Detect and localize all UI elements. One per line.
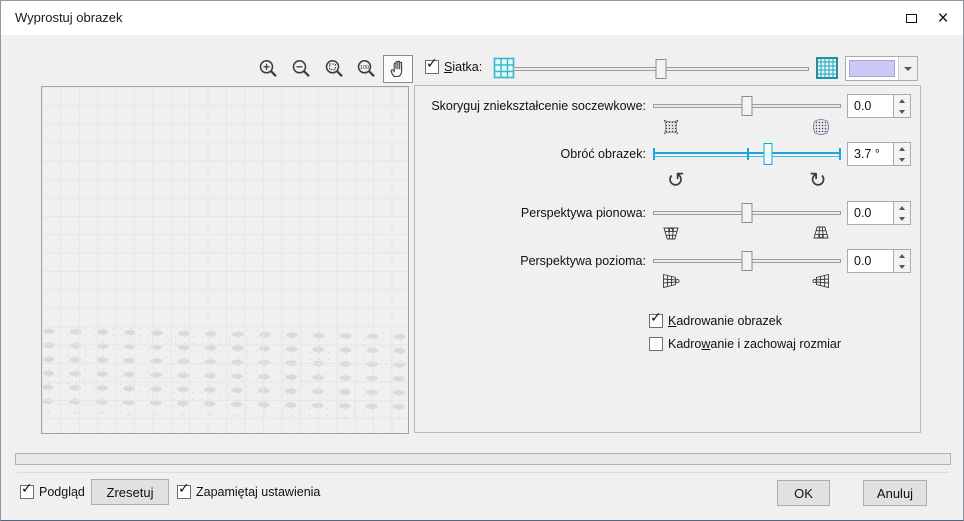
- straighten-image-dialog: Wyprostuj obrazek ×: [0, 0, 964, 521]
- zoom-out-icon: [290, 58, 312, 80]
- grid-size-slider[interactable]: [513, 57, 809, 81]
- rotate-slider[interactable]: [653, 142, 841, 166]
- pan-button[interactable]: [383, 55, 413, 83]
- rotate-ccw-icon: ↺: [667, 170, 685, 191]
- remember-settings-checkbox[interactable]: ✓: [177, 485, 191, 499]
- lens-distortion-value[interactable]: 0.0: [847, 94, 894, 118]
- grid-color-dropdown-button[interactable]: [898, 57, 917, 80]
- lens-distortion-slider-thumb[interactable]: [742, 96, 753, 116]
- rotate-spin-up[interactable]: [894, 143, 910, 154]
- close-icon: ×: [937, 9, 948, 28]
- chevron-down-icon: [904, 67, 912, 71]
- barrel-distortion-icon: [812, 118, 830, 136]
- crop-keep-size-checkbox[interactable]: [649, 337, 663, 351]
- vertical-perspective-slider-thumb[interactable]: [742, 203, 753, 223]
- pincushion-distortion-icon: [662, 118, 680, 136]
- zoom-in-button[interactable]: [253, 55, 283, 83]
- image-preview-panel[interactable]: [41, 86, 409, 434]
- grid-coarse-icon: [493, 57, 515, 79]
- remember-settings-label: Zapamiętaj ustawienia: [196, 485, 320, 499]
- zoom-out-button[interactable]: [286, 55, 316, 83]
- rotate-slider-thumb[interactable]: [763, 143, 772, 165]
- crop-image-label: Kadrowanie obrazek: [668, 314, 782, 328]
- grid-size-slider-thumb[interactable]: [656, 59, 667, 79]
- status-strip: [15, 453, 951, 465]
- check-icon: ✓: [650, 311, 662, 325]
- lens-distortion-slider[interactable]: [653, 94, 841, 118]
- perspective-top-narrow-icon: [811, 224, 831, 242]
- check-icon: ✓: [178, 482, 190, 496]
- reset-button[interactable]: Zresetuj: [91, 479, 169, 505]
- lens-distortion-spin-down[interactable]: [894, 106, 910, 117]
- vertical-perspective-label: Perspektywa pionowa:: [406, 206, 646, 220]
- horizontal-perspective-slider-thumb[interactable]: [742, 251, 753, 271]
- svg-text:100: 100: [360, 65, 369, 71]
- perspective-left-wide-icon: [661, 272, 681, 290]
- grid-color-picker[interactable]: [845, 56, 918, 81]
- horizontal-perspective-spinbox[interactable]: 0.0: [847, 249, 911, 273]
- dialog-title: Wyprostuj obrazek: [15, 10, 123, 25]
- perspective-right-wide-icon: [811, 272, 831, 290]
- rotate-cw-icon: ↻: [809, 170, 827, 191]
- zoom-fit-button[interactable]: [319, 55, 349, 83]
- rotate-image-label: Obróć obrazek:: [406, 147, 646, 161]
- grid-fine-icon: [816, 57, 838, 79]
- titlebar[interactable]: Wyprostuj obrazek ×: [1, 1, 963, 35]
- perspective-top-wide-icon: [661, 224, 681, 242]
- lens-distortion-label: Skoryguj zniekształcenie soczewkowe:: [406, 99, 646, 113]
- ok-button[interactable]: OK: [777, 480, 830, 506]
- cancel-button[interactable]: Anuluj: [863, 480, 927, 506]
- grid-checkbox[interactable]: ✓: [425, 60, 439, 74]
- rotate-value[interactable]: 3.7 °: [847, 142, 894, 166]
- preview-label: Podgląd: [39, 485, 85, 499]
- rotate-spinbox[interactable]: 3.7 °: [847, 142, 911, 166]
- close-button[interactable]: ×: [931, 7, 955, 29]
- pan-hand-icon: [387, 58, 409, 80]
- horizontal-perspective-label: Perspektywa pozioma:: [406, 254, 646, 268]
- grid-overlay: [42, 87, 408, 433]
- vertical-perspective-value[interactable]: 0.0: [847, 201, 894, 225]
- horizontal-perspective-slider[interactable]: [653, 249, 841, 273]
- crop-image-checkbox[interactable]: ✓: [649, 314, 663, 328]
- grid-label: Siatka:: [444, 60, 482, 74]
- zoom-to-fit-icon: [323, 58, 345, 80]
- footer-separator: [17, 472, 949, 473]
- zoom-100-icon: 100: [355, 58, 377, 80]
- zoom-100-button[interactable]: 100: [351, 55, 381, 83]
- vertical-perspective-spin-down[interactable]: [894, 213, 910, 224]
- horizontal-perspective-spin-up[interactable]: [894, 250, 910, 261]
- vertical-perspective-slider[interactable]: [653, 201, 841, 225]
- rotate-slider-center-tick: [747, 148, 749, 160]
- restore-button[interactable]: [899, 7, 923, 29]
- lens-distortion-spinbox[interactable]: 0.0: [847, 94, 911, 118]
- horizontal-perspective-value[interactable]: 0.0: [847, 249, 894, 273]
- restore-icon: [906, 14, 917, 23]
- vertical-perspective-spinbox[interactable]: 0.0: [847, 201, 911, 225]
- grid-color-swatch: [849, 60, 895, 77]
- horizontal-perspective-spin-down[interactable]: [894, 261, 910, 272]
- check-icon: ✓: [426, 57, 438, 71]
- zoom-in-icon: [257, 58, 279, 80]
- rotate-spin-down[interactable]: [894, 154, 910, 165]
- vertical-perspective-spin-up[interactable]: [894, 202, 910, 213]
- lens-distortion-spin-up[interactable]: [894, 95, 910, 106]
- preview-checkbox[interactable]: ✓: [20, 485, 34, 499]
- check-icon: ✓: [21, 482, 33, 496]
- crop-keep-size-label: Kadrowanie i zachowaj rozmiar: [668, 337, 841, 351]
